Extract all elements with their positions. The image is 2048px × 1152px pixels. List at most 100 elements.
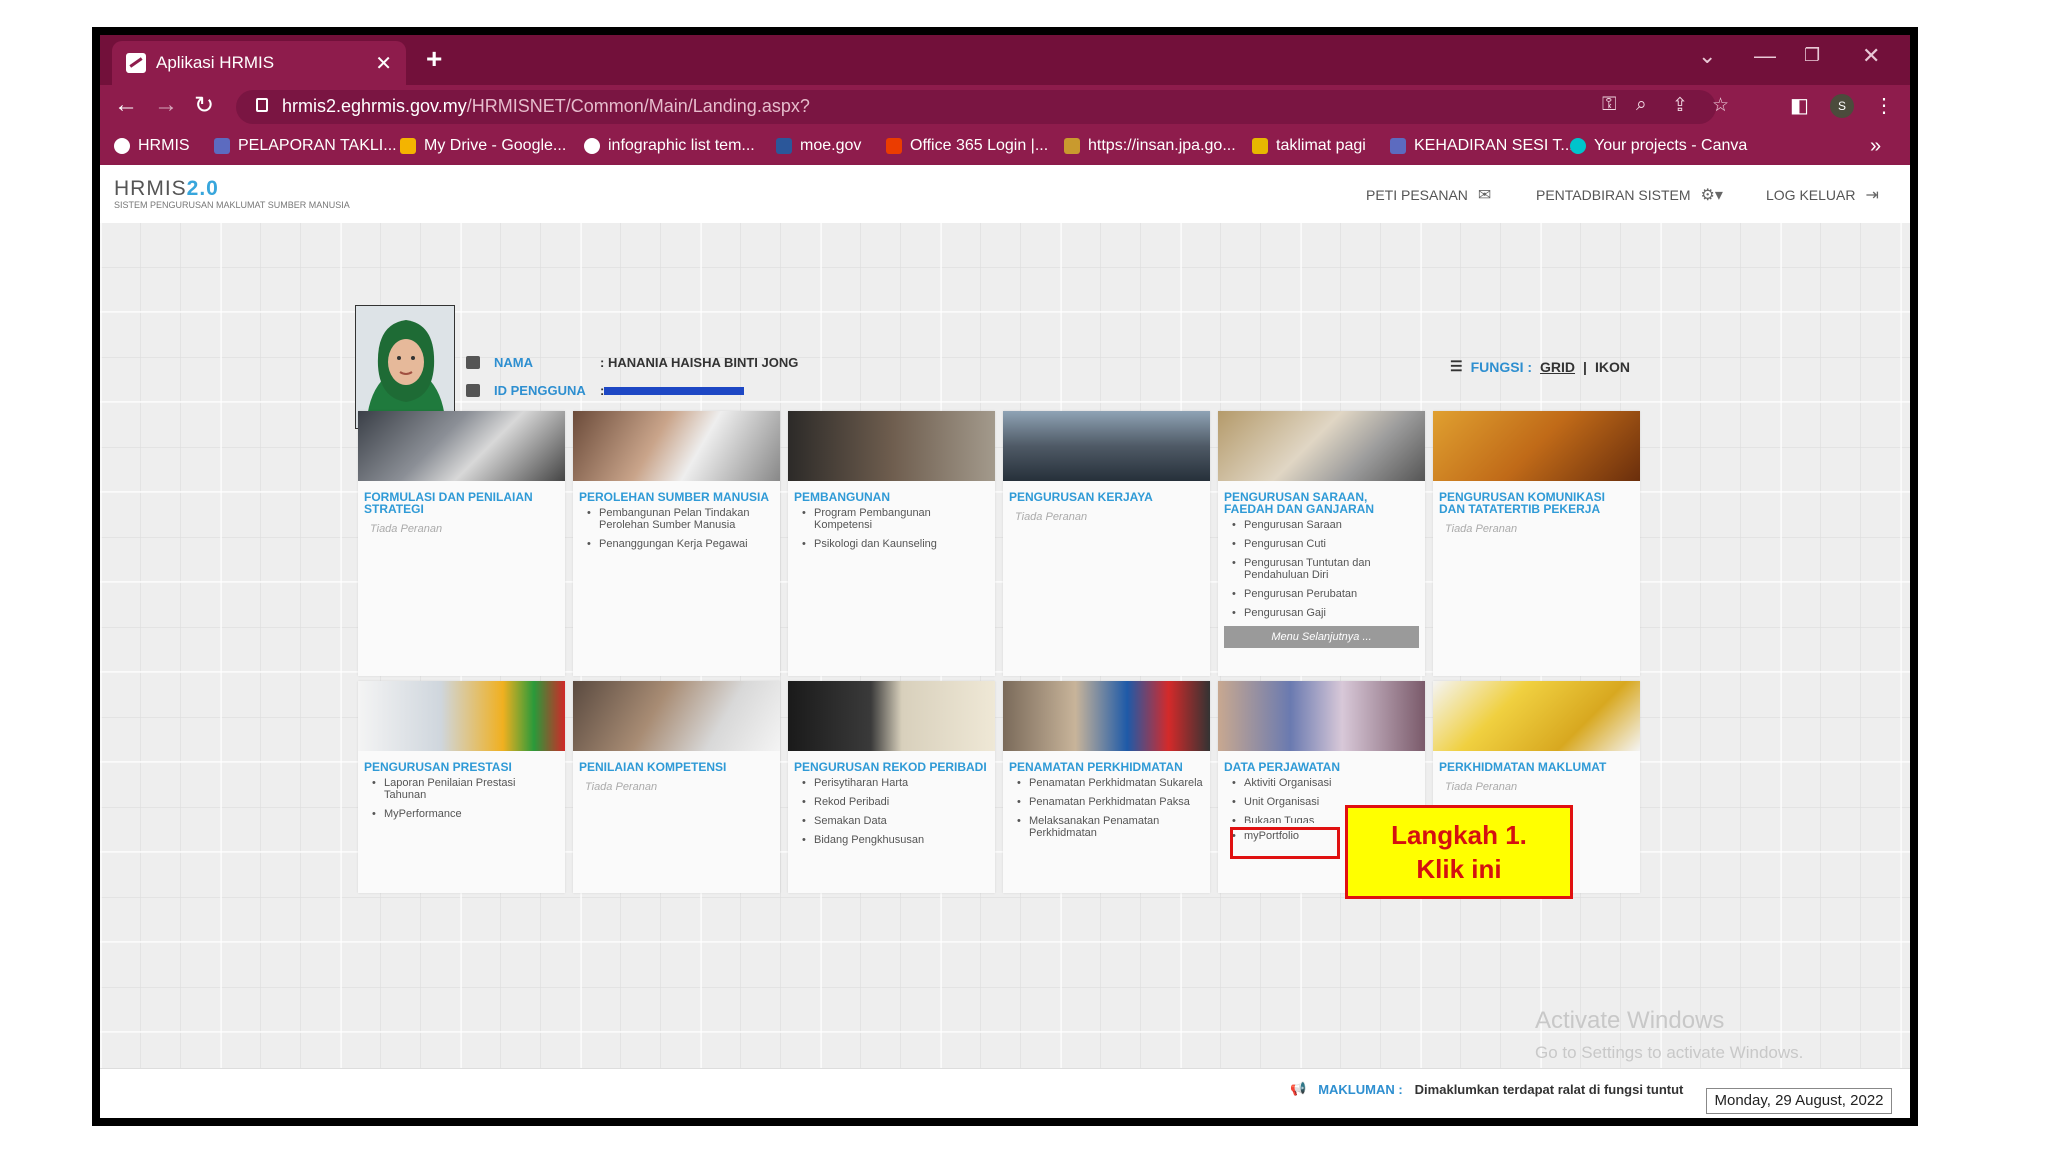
bookmark-item[interactable]: moe.gov: [776, 137, 861, 155]
bookmark-item[interactable]: HRMIS: [114, 137, 190, 155]
more-menu-button[interactable]: Menu Selanjutnya ...: [1224, 626, 1419, 648]
menu-kebab-icon[interactable]: ⋮: [1874, 93, 1894, 118]
menu-link[interactable]: Aktiviti Organisasi: [1232, 777, 1419, 789]
menu-link[interactable]: Semakan Data: [802, 815, 989, 827]
announcement-ticker: 📢 MAKLUMAN : Dimaklumkan terdapat ralat …: [1290, 1081, 1684, 1097]
browser-tab-active[interactable]: Aplikasi HRMIS ✕: [112, 41, 406, 85]
back-icon[interactable]: ←: [114, 91, 138, 119]
bookmark-item[interactable]: Your projects - Canva: [1570, 137, 1747, 155]
logout-link[interactable]: LOG KELUAR ⇥: [1766, 185, 1879, 205]
minimize-icon[interactable]: —: [1754, 43, 1776, 69]
menu-link[interactable]: Pengurusan Perubatan: [1232, 588, 1419, 600]
tile-title[interactable]: PERKHIDMATAN MAKLUMAT: [1433, 751, 1640, 773]
menu-link[interactable]: Penanggungan Kerja Pegawai: [587, 538, 774, 550]
tile-title[interactable]: PEROLEHAN SUMBER MANUSIA: [573, 481, 780, 503]
module-tile[interactable]: PEMBANGUNAN Program Pembangunan Kompeten…: [788, 411, 995, 676]
side-panel-icon[interactable]: ◧: [1790, 93, 1809, 118]
megaphone-icon: 📢: [1290, 1081, 1307, 1096]
tile-title[interactable]: PENGURUSAN KOMUNIKASI DAN TATATERTIB PEK…: [1433, 481, 1640, 515]
restore-icon[interactable]: ❐: [1804, 45, 1820, 66]
module-tile[interactable]: PENGURUSAN KERJAYA Tiada Peranan: [1003, 411, 1210, 676]
menu-link[interactable]: Pengurusan Saraan: [1232, 519, 1419, 531]
reload-icon[interactable]: ↻: [194, 91, 214, 120]
tile-image: [1003, 681, 1210, 751]
tile-title[interactable]: PENGURUSAN REKOD PERIBADI: [788, 751, 995, 773]
menu-link[interactable]: Pengurusan Tuntutan dan Pendahuluan Diri: [1232, 557, 1419, 581]
close-window-icon[interactable]: ✕: [1862, 43, 1880, 69]
key-icon[interactable]: ⚿: [1602, 94, 1616, 116]
word-icon: [776, 138, 792, 154]
module-tile[interactable]: PENGURUSAN SARAAN, FAEDAH DAN GANJARAN P…: [1218, 411, 1425, 676]
tile-title[interactable]: FORMULASI DAN PENILAIAN STRATEGI: [358, 481, 565, 515]
instruction-callout: Langkah 1. Klik ini: [1345, 805, 1573, 899]
activate-windows-title: Activate Windows: [1535, 1007, 1725, 1034]
app-header: HRMIS2.0 SISTEM PENGURUSAN MAKLUMAT SUMB…: [100, 165, 1910, 223]
logo-subtitle: SISTEM PENGURUSAN MAKLUMAT SUMBER MANUSI…: [114, 200, 350, 210]
tile-title[interactable]: PENILAIAN KOMPETENSI: [573, 751, 780, 773]
module-tile[interactable]: PEROLEHAN SUMBER MANUSIA Pembangunan Pel…: [573, 411, 780, 676]
module-tile[interactable]: PENILAIAN KOMPETENSI Tiada Peranan: [573, 681, 780, 893]
tile-title[interactable]: PENGURUSAN SARAAN, FAEDAH DAN GANJARAN: [1218, 481, 1425, 515]
tab-close-icon[interactable]: ✕: [375, 51, 392, 76]
menu-link[interactable]: Pengurusan Cuti: [1232, 538, 1419, 550]
tile-title[interactable]: PENGURUSAN KERJAYA: [1003, 481, 1210, 503]
profile-avatar[interactable]: S: [1830, 94, 1854, 118]
share-icon[interactable]: ⇪: [1672, 94, 1688, 117]
tile-title[interactable]: PEMBANGUNAN: [788, 481, 995, 503]
tile-title[interactable]: PENAMATAN PERKHIDMATAN: [1003, 751, 1210, 773]
menu-link[interactable]: Bidang Pengkhususan: [802, 834, 989, 846]
zoom-icon[interactable]: ⌕: [1636, 94, 1647, 116]
menu-link[interactable]: MyPerformance: [372, 808, 559, 820]
menu-link[interactable]: Pengurusan Gaji: [1232, 607, 1419, 619]
bookmark-item[interactable]: https://insan.jpa.go...: [1064, 137, 1236, 155]
date-display: Monday, 29 August, 2022: [1706, 1088, 1892, 1114]
module-tile[interactable]: PENGURUSAN PRESTASI Laporan Penilaian Pr…: [358, 681, 565, 893]
admin-menu[interactable]: PENTADBIRAN SISTEM ⚙▾: [1536, 185, 1723, 205]
profile-name-row: NAMA : HANANIA HAISHA BINTI JONG: [466, 355, 798, 370]
menu-link[interactable]: Penamatan Perkhidmatan Sukarela: [1017, 777, 1204, 789]
menu-link[interactable]: Psikologi dan Kaunseling: [802, 538, 989, 550]
tile-title[interactable]: DATA PERJAWATAN: [1218, 751, 1425, 773]
bookmarks-overflow-icon[interactable]: »: [1870, 135, 1881, 158]
app-footer: 📢 MAKLUMAN : Dimaklumkan terdapat ralat …: [100, 1068, 1910, 1118]
bookmark-item[interactable]: taklimat pagi: [1252, 137, 1366, 155]
module-tile[interactable]: FORMULASI DAN PENILAIAN STRATEGI Tiada P…: [358, 411, 565, 676]
tile-image: [1218, 411, 1425, 481]
menu-link[interactable]: Pembangunan Pelan Tindakan Perolehan Sum…: [587, 507, 774, 531]
module-tile[interactable]: PENAMATAN PERKHIDMATAN Penamatan Perkhid…: [1003, 681, 1210, 893]
logout-icon: ⇥: [1865, 187, 1879, 204]
bookmark-item[interactable]: PELAPORAN TAKLI...: [214, 137, 397, 155]
tab-search-chevron-icon[interactable]: ⌄: [1698, 43, 1716, 69]
module-tile[interactable]: PENGURUSAN KOMUNIKASI DAN TATATERTIB PEK…: [1433, 411, 1640, 676]
bookmark-item[interactable]: My Drive - Google...: [400, 137, 566, 155]
bookmark-item[interactable]: Office 365 Login |...: [886, 137, 1048, 155]
menu-link[interactable]: Penamatan Perkhidmatan Paksa: [1017, 796, 1204, 808]
menu-link[interactable]: Rekod Peribadi: [802, 796, 989, 808]
forward-icon[interactable]: →: [154, 91, 178, 119]
tab-title: Aplikasi HRMIS: [156, 53, 275, 72]
tile-image: [1433, 411, 1640, 481]
tile-empty: Tiada Peranan: [1015, 511, 1088, 523]
hrmis-logo[interactable]: HRMIS2.0: [114, 177, 219, 201]
menu-link[interactable]: Laporan Penilaian Prestasi Tahunan: [372, 777, 559, 801]
bookmark-item[interactable]: KEHADIRAN SESI T...: [1390, 137, 1574, 155]
address-bar[interactable]: hrmis2.eghrmis.gov.my/HRMISNET/Common/Ma…: [236, 90, 1729, 124]
url-text[interactable]: hrmis2.eghrmis.gov.my/HRMISNET/Common/Ma…: [282, 96, 810, 117]
menu-link[interactable]: Perisytiharan Harta: [802, 777, 989, 789]
tile-empty: Tiada Peranan: [1445, 523, 1518, 535]
lock-icon: [256, 98, 268, 112]
bookmark-favicon-icon: [1252, 138, 1268, 154]
menu-link[interactable]: Program Pembangunan Kompetensi: [802, 507, 989, 531]
redacted-id-bar: [604, 386, 745, 395]
bookmark-item[interactable]: infographic list tem...: [584, 137, 755, 155]
grid-view-link[interactable]: GRID: [1540, 359, 1575, 375]
module-tile[interactable]: PENGURUSAN REKOD PERIBADI Perisytiharan …: [788, 681, 995, 893]
tile-title[interactable]: PENGURUSAN PRESTASI: [358, 751, 565, 773]
highlight-box: [1230, 827, 1340, 859]
menu-link[interactable]: Melaksanakan Penamatan Perkhidmatan: [1017, 815, 1204, 839]
new-tab-button[interactable]: +: [426, 43, 442, 75]
bookmark-star-icon[interactable]: ☆: [1712, 94, 1729, 117]
icon-view-link[interactable]: IKON: [1595, 359, 1630, 375]
messages-link[interactable]: PETI PESANAN ✉: [1366, 185, 1491, 205]
tile-image: [573, 411, 780, 481]
